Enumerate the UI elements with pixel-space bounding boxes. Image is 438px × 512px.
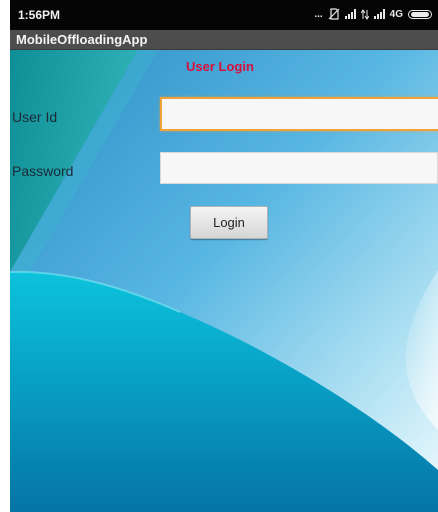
network-type: 4G	[389, 8, 403, 20]
signal-icon-secondary	[373, 9, 385, 19]
phone-screen: 1:56PM ... 4G MobileOffloadingApp User L…	[10, 0, 438, 512]
login-button[interactable]: Login	[190, 206, 268, 239]
login-screen: User Login User Id Password Login	[10, 50, 438, 512]
app-title-bar: MobileOffloadingApp	[10, 30, 438, 50]
user-id-input[interactable]	[160, 97, 438, 131]
data-transfer-icon	[360, 8, 369, 20]
signal-icon	[344, 9, 356, 19]
notification-dots: ...	[314, 8, 323, 20]
status-icons: ... 4G	[314, 6, 432, 22]
password-label: Password	[12, 163, 74, 179]
status-time: 1:56PM	[18, 8, 61, 22]
password-input[interactable]	[160, 152, 438, 184]
battery-icon	[408, 9, 432, 19]
login-heading: User Login	[186, 59, 254, 74]
user-id-label: User Id	[12, 109, 58, 125]
app-title: MobileOffloadingApp	[16, 32, 148, 47]
no-sim-icon	[328, 8, 340, 20]
status-bar: 1:56PM ... 4G	[10, 0, 438, 30]
